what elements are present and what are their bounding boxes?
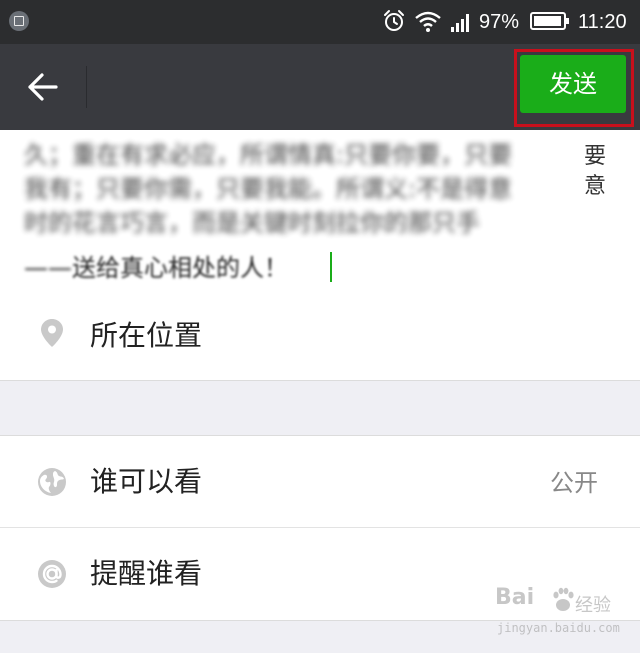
watermark-sub: 经验 (575, 595, 611, 616)
visibility-row[interactable]: 谁可以看 公开 (0, 436, 640, 528)
post-right-edge-text: 要意 (584, 144, 607, 199)
back-arrow-icon (28, 73, 58, 101)
watermark-brand: Bai (495, 585, 535, 610)
post-line: 我有；只要你需，只要我能。所谓义:不是得意 (24, 175, 513, 203)
wifi-icon (415, 11, 441, 32)
paw-icon (553, 587, 574, 611)
section-gap (0, 380, 640, 436)
text-caret (330, 252, 332, 282)
status-bar: 97% 11:20 (0, 0, 640, 44)
send-button[interactable]: 发送 (520, 55, 626, 113)
globe-icon (38, 468, 66, 496)
post-text-blurred: 久；重在有求必应，所谓情真:只要你要，只要 我有；只要你需，只要我能。所谓义:不… (24, 138, 614, 240)
location-pin-icon (41, 319, 63, 347)
location-row[interactable]: 所在位置 (0, 292, 640, 378)
gallery-icon (9, 11, 29, 31)
battery-icon (530, 12, 569, 30)
post-line: 久；重在有求必应，所谓情真:只要你要，只要 (24, 141, 513, 169)
post-text-area[interactable]: 久；重在有求必应，所谓情真:只要你要，只要 我有；只要你需，只要我能。所谓义:不… (0, 130, 640, 292)
visibility-label: 谁可以看 (90, 465, 203, 498)
watermark: Bai 经验 jingyan.baidu.com (495, 585, 620, 645)
signal-icon (451, 14, 469, 32)
post-dash: —— (24, 254, 72, 282)
visibility-value: 公开 (550, 469, 598, 497)
battery-percentage: 97% (479, 11, 520, 33)
watermark-url: jingyan.baidu.com (497, 621, 620, 635)
alarm-icon (384, 10, 404, 31)
at-sign-icon (38, 560, 66, 588)
post-tail: 送给真心相处的人！ (72, 254, 288, 282)
title-divider (86, 66, 87, 108)
clock: 11:20 (578, 11, 627, 33)
remind-label: 提醒谁看 (90, 557, 203, 590)
post-last-line: ——送给真心相处的人！ (24, 250, 288, 286)
back-button[interactable] (14, 60, 70, 114)
location-label: 所在位置 (90, 319, 203, 352)
title-bar: 发送 (0, 44, 640, 130)
post-line: 时的花言巧言，而是关键时刻拉你的那只手 (24, 209, 480, 237)
